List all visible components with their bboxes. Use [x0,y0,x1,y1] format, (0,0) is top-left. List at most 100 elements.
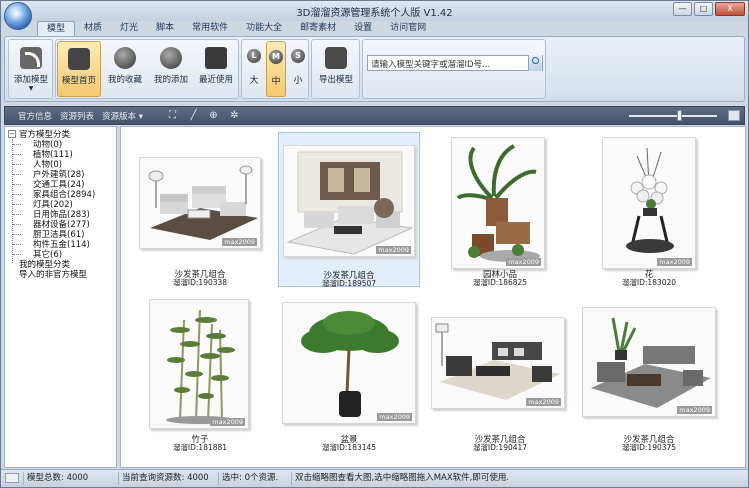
settings-gear-icon[interactable]: ✲ [229,110,240,121]
model-thumbnail[interactable]: max2009 [451,137,545,269]
fit-view-icon[interactable]: ⛶ [167,110,178,121]
model-thumbnail[interactable]: max2009 [282,302,416,424]
close-button[interactable]: X [715,2,745,16]
watermark: max2009 [657,258,692,266]
tree-connector [13,164,21,165]
group-navigation: 模型首页 我的收藏 我的添加 最近使用 [55,39,239,99]
export-icon [325,47,347,69]
tab-light[interactable]: 灯光 [111,21,147,36]
size-large-button[interactable]: L 大 [244,41,264,97]
app-menu-orb-icon[interactable] [4,2,32,30]
model-thumbnail[interactable]: max2009 [283,145,415,257]
window-title: 3D溜溜资源管理系统个人版 V1.42 [296,8,453,19]
tree-connector [13,204,21,205]
export-model-button[interactable]: 导出模型 [314,41,358,97]
tree-connector [13,214,21,215]
model-gallery: max2009 沙发茶几组合 溜溜ID:190338 max2009 沙发茶几组… [120,126,746,468]
model-thumbnail[interactable]: max2009 [431,317,565,409]
pin-icon[interactable] [728,110,740,121]
tree-connector [13,184,21,185]
tab-settings[interactable]: 设置 [345,21,381,36]
tree-connector [13,224,21,225]
large-size-icon: L [247,49,261,63]
watermark: max2009 [210,418,245,426]
watermark: max2009 [506,258,541,266]
tree-connector [13,194,21,195]
watermark: max2009 [376,246,411,254]
model-id: 溜溜ID:183020 [621,278,677,287]
model-id: 溜溜ID:190375 [621,443,677,452]
status-current-query: 当前查询资源数: 4000 [118,472,218,485]
model-id: 溜溜ID:181881 [172,443,228,452]
keyboard-icon [5,473,19,483]
sofa-set-image [435,323,560,400]
resource-list-link[interactable]: 资源列表 [60,110,94,122]
category-tree: − 官方模型分类 动物(0) 植物(111) 人物(0) 户外建筑(28) 交通… [4,126,117,468]
resource-version-dropdown[interactable]: 资源版本 ▾ [102,110,143,122]
pen-icon[interactable]: ╱ [188,110,199,121]
gallery-item[interactable]: max2009 竹子 溜溜ID:181881 [129,297,271,452]
model-id: 溜溜ID:190417 [472,443,528,452]
gallery-item[interactable]: max2009 沙发茶几组合 溜溜ID:190375 [578,297,720,452]
gallery-item[interactable]: max2009 园林小品 溜溜ID:186825 [429,132,571,287]
gallery-item[interactable]: max2009 沙发茶几组合 溜溜ID:190338 [129,132,271,287]
model-home-button[interactable]: 模型首页 [57,41,101,97]
sofa-set-image [286,151,414,255]
slider-thumb[interactable] [677,110,682,121]
gallery-item-selected[interactable]: max2009 沙发茶几组合 溜溜ID:189507 [278,132,420,288]
model-thumbnail[interactable]: max2009 [602,137,696,269]
search-icon[interactable] [528,55,542,71]
watermark: max2009 [677,406,712,414]
tab-model[interactable]: 模型 [37,21,76,36]
maximize-button[interactable]: □ [694,2,713,16]
recent-button[interactable]: 最近使用 [194,41,238,97]
tab-material[interactable]: 材质 [75,21,111,36]
size-medium-button[interactable]: M 中 [266,41,286,97]
tree-root-imported[interactable]: 导入的非官方模型 [19,268,87,280]
size-small-button[interactable]: S 小 [288,41,308,97]
model-thumbnail[interactable]: max2009 [139,157,261,249]
bamboo-image [166,309,235,424]
tab-website[interactable]: 访问官网 [381,21,435,36]
medium-size-icon: M [269,50,283,64]
view-toolbar: 官方信息 资源列表 资源版本 ▾ ⛶ ╱ ⊕ ✲ [4,106,745,125]
status-selected: 选中: 0个资源. [218,472,291,485]
potted-plant-image [301,311,399,417]
model-id: 溜溜ID:186825 [472,278,528,287]
tab-mail-material[interactable]: 邮寄素材 [291,21,345,36]
model-thumbnail[interactable]: max2009 [149,299,249,429]
gallery-item[interactable]: max2009 沙发茶几组合 溜溜ID:190417 [429,297,571,452]
thumbnail-size-slider[interactable] [629,115,717,117]
gallery-item[interactable]: max2009 盆景 溜溜ID:183145 [278,297,420,452]
zoom-icon[interactable]: ⊕ [208,110,219,121]
search-input[interactable]: 请输入模型关键字或溜溜ID号... [367,55,543,71]
status-bar: 模型总数: 4000 当前查询资源数: 4000 选中: 0个资源. 双击缩略图… [1,469,748,487]
title-bar: 3D溜溜资源管理系统个人版 V1.42 — □ X [1,1,748,21]
minimize-button[interactable]: — [673,2,692,16]
gallery-item[interactable]: max2009 花 溜溜ID:183020 [578,132,720,287]
tree-connector [13,174,21,175]
ribbon-tabs: 模型 材质 灯光 脚本 常用软件 功能大全 邮寄素材 设置 访问官网 [37,21,435,36]
status-model-total: 模型总数: 4000 [23,472,118,485]
official-info-link[interactable]: 官方信息 [18,110,52,122]
my-added-button[interactable]: 我的添加 [149,41,193,97]
group-export: 导出模型 [311,39,360,99]
sofa-set-image [148,165,258,240]
collapse-icon[interactable]: − [8,130,16,138]
group-add: 添加模型 ▼ [8,39,53,99]
tab-script[interactable]: 脚本 [147,21,183,36]
bluetooth-icon [114,47,136,69]
add-model-button[interactable]: 添加模型 ▼ [9,41,53,97]
my-favorites-button[interactable]: 我的收藏 [103,41,147,97]
status-hint: 双击缩略图查看大图,选中缩略图拖入MAX软件,即可使用. [291,472,746,485]
tree-connector [13,234,21,235]
tree-connector [13,254,21,255]
tab-common-software[interactable]: 常用软件 [183,21,237,36]
dropdown-arrow-icon: ▼ [28,85,34,92]
model-id: 溜溜ID:190338 [172,278,228,287]
group-size: L 大 M 中 S 小 [241,39,309,99]
model-thumbnail[interactable]: max2009 [582,307,716,417]
tree-connector [13,154,21,155]
watermark: max2009 [377,413,412,421]
tab-functions[interactable]: 功能大全 [237,21,291,36]
